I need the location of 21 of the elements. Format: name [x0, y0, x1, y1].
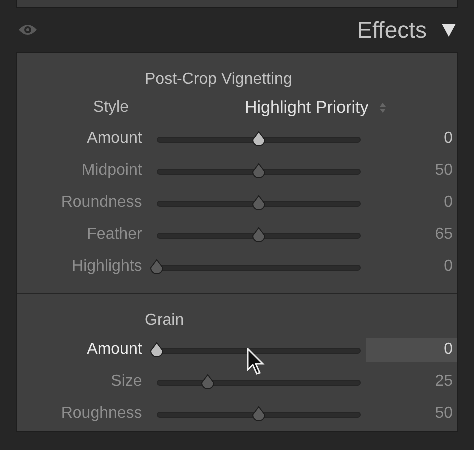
style-label: Style — [92, 98, 129, 118]
slider-value[interactable]: 0 — [366, 338, 457, 362]
slider-label: Size — [110, 372, 142, 392]
slider-label: Highlights — [71, 257, 142, 277]
section-title: Post-Crop Vignetting — [145, 70, 292, 90]
eye-icon[interactable] — [18, 23, 38, 37]
slider-label: Amount — [86, 129, 142, 149]
style-dropdown[interactable]: Highlight Priority — [245, 95, 387, 121]
slider-label: Feather — [86, 225, 142, 245]
slider-value[interactable]: 0 — [366, 127, 457, 151]
panel-title[interactable]: Effects — [357, 12, 427, 48]
slider-label: Midpoint — [80, 161, 142, 181]
section-title: Grain — [145, 311, 184, 331]
mouse-cursor-icon — [247, 348, 267, 376]
slider-thumb[interactable] — [149, 342, 166, 358]
slider-label: Roundness — [60, 193, 142, 213]
slider-label: Amount — [86, 340, 142, 360]
expand-triangle-icon[interactable] — [441, 22, 457, 38]
slider-thumb[interactable] — [251, 131, 268, 147]
up-down-arrows-icon — [378, 102, 387, 114]
slider-label: Roughness — [60, 404, 142, 424]
